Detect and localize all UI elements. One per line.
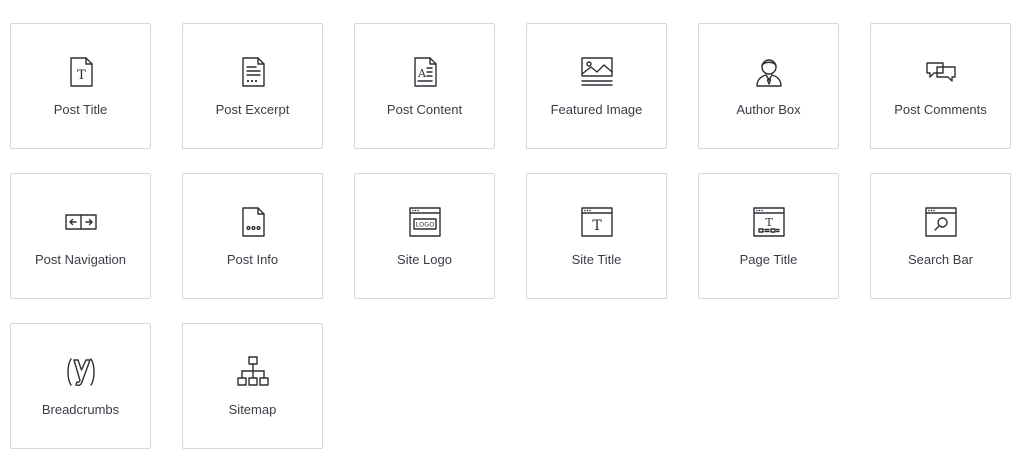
widget-label: Featured Image [550,102,643,117]
breadcrumbs-icon [63,354,99,390]
svg-text:T: T [765,216,773,229]
site-logo-icon: LOGO [407,204,443,240]
widget-label: Post Comments [894,102,987,117]
post-excerpt-icon [235,54,271,90]
widget-post-info[interactable]: Post Info [182,173,323,299]
widget-label: Post Excerpt [215,102,290,117]
widget-label: Site Logo [397,252,452,267]
widget-post-comments[interactable]: Post Comments [870,23,1011,149]
widget-author-box[interactable]: Author Box [698,23,839,149]
widget-label: Post Title [53,102,108,117]
widget-label: Post Navigation [34,252,127,267]
page-title-icon: T [751,204,787,240]
widget-sitemap[interactable]: Sitemap [182,323,323,449]
widget-search-bar[interactable]: Search Bar [870,173,1011,299]
post-info-icon [235,204,271,240]
widget-label: Site Title [571,252,622,267]
widget-site-logo[interactable]: LOGO Site Logo [354,173,495,299]
widget-featured-image[interactable]: Featured Image [526,23,667,149]
svg-text:LOGO: LOGO [415,221,434,229]
widget-site-title[interactable]: T Site Title [526,173,667,299]
widget-breadcrumbs[interactable]: Breadcrumbs [10,323,151,449]
site-title-icon: T [579,204,615,240]
svg-text:T: T [592,218,602,234]
widget-label: Post Info [226,252,279,267]
widget-label: Search Bar [907,252,974,267]
widget-label: Sitemap [228,402,277,417]
widget-label: Breadcrumbs [41,402,120,417]
author-box-icon [751,54,787,90]
search-bar-icon [923,204,959,240]
post-navigation-icon [63,204,99,240]
widget-post-navigation[interactable]: Post Navigation [10,173,151,299]
widget-label: Author Box [736,102,801,117]
svg-text:A: A [417,67,427,80]
sitemap-icon [235,354,271,390]
post-comments-icon [923,54,959,90]
widget-label: Post Content [386,102,463,117]
widget-label: Page Title [739,252,798,267]
widget-grid: T Post Title Post Excerpt A Post Content… [10,23,1011,449]
post-title-icon: T [63,54,99,90]
widget-post-content[interactable]: A Post Content [354,23,495,149]
widget-post-title[interactable]: T Post Title [10,23,151,149]
widget-post-excerpt[interactable]: Post Excerpt [182,23,323,149]
featured-image-icon [579,54,615,90]
post-content-icon: A [407,54,443,90]
widget-page-title[interactable]: T Page Title [698,173,839,299]
svg-text:T: T [77,68,86,83]
